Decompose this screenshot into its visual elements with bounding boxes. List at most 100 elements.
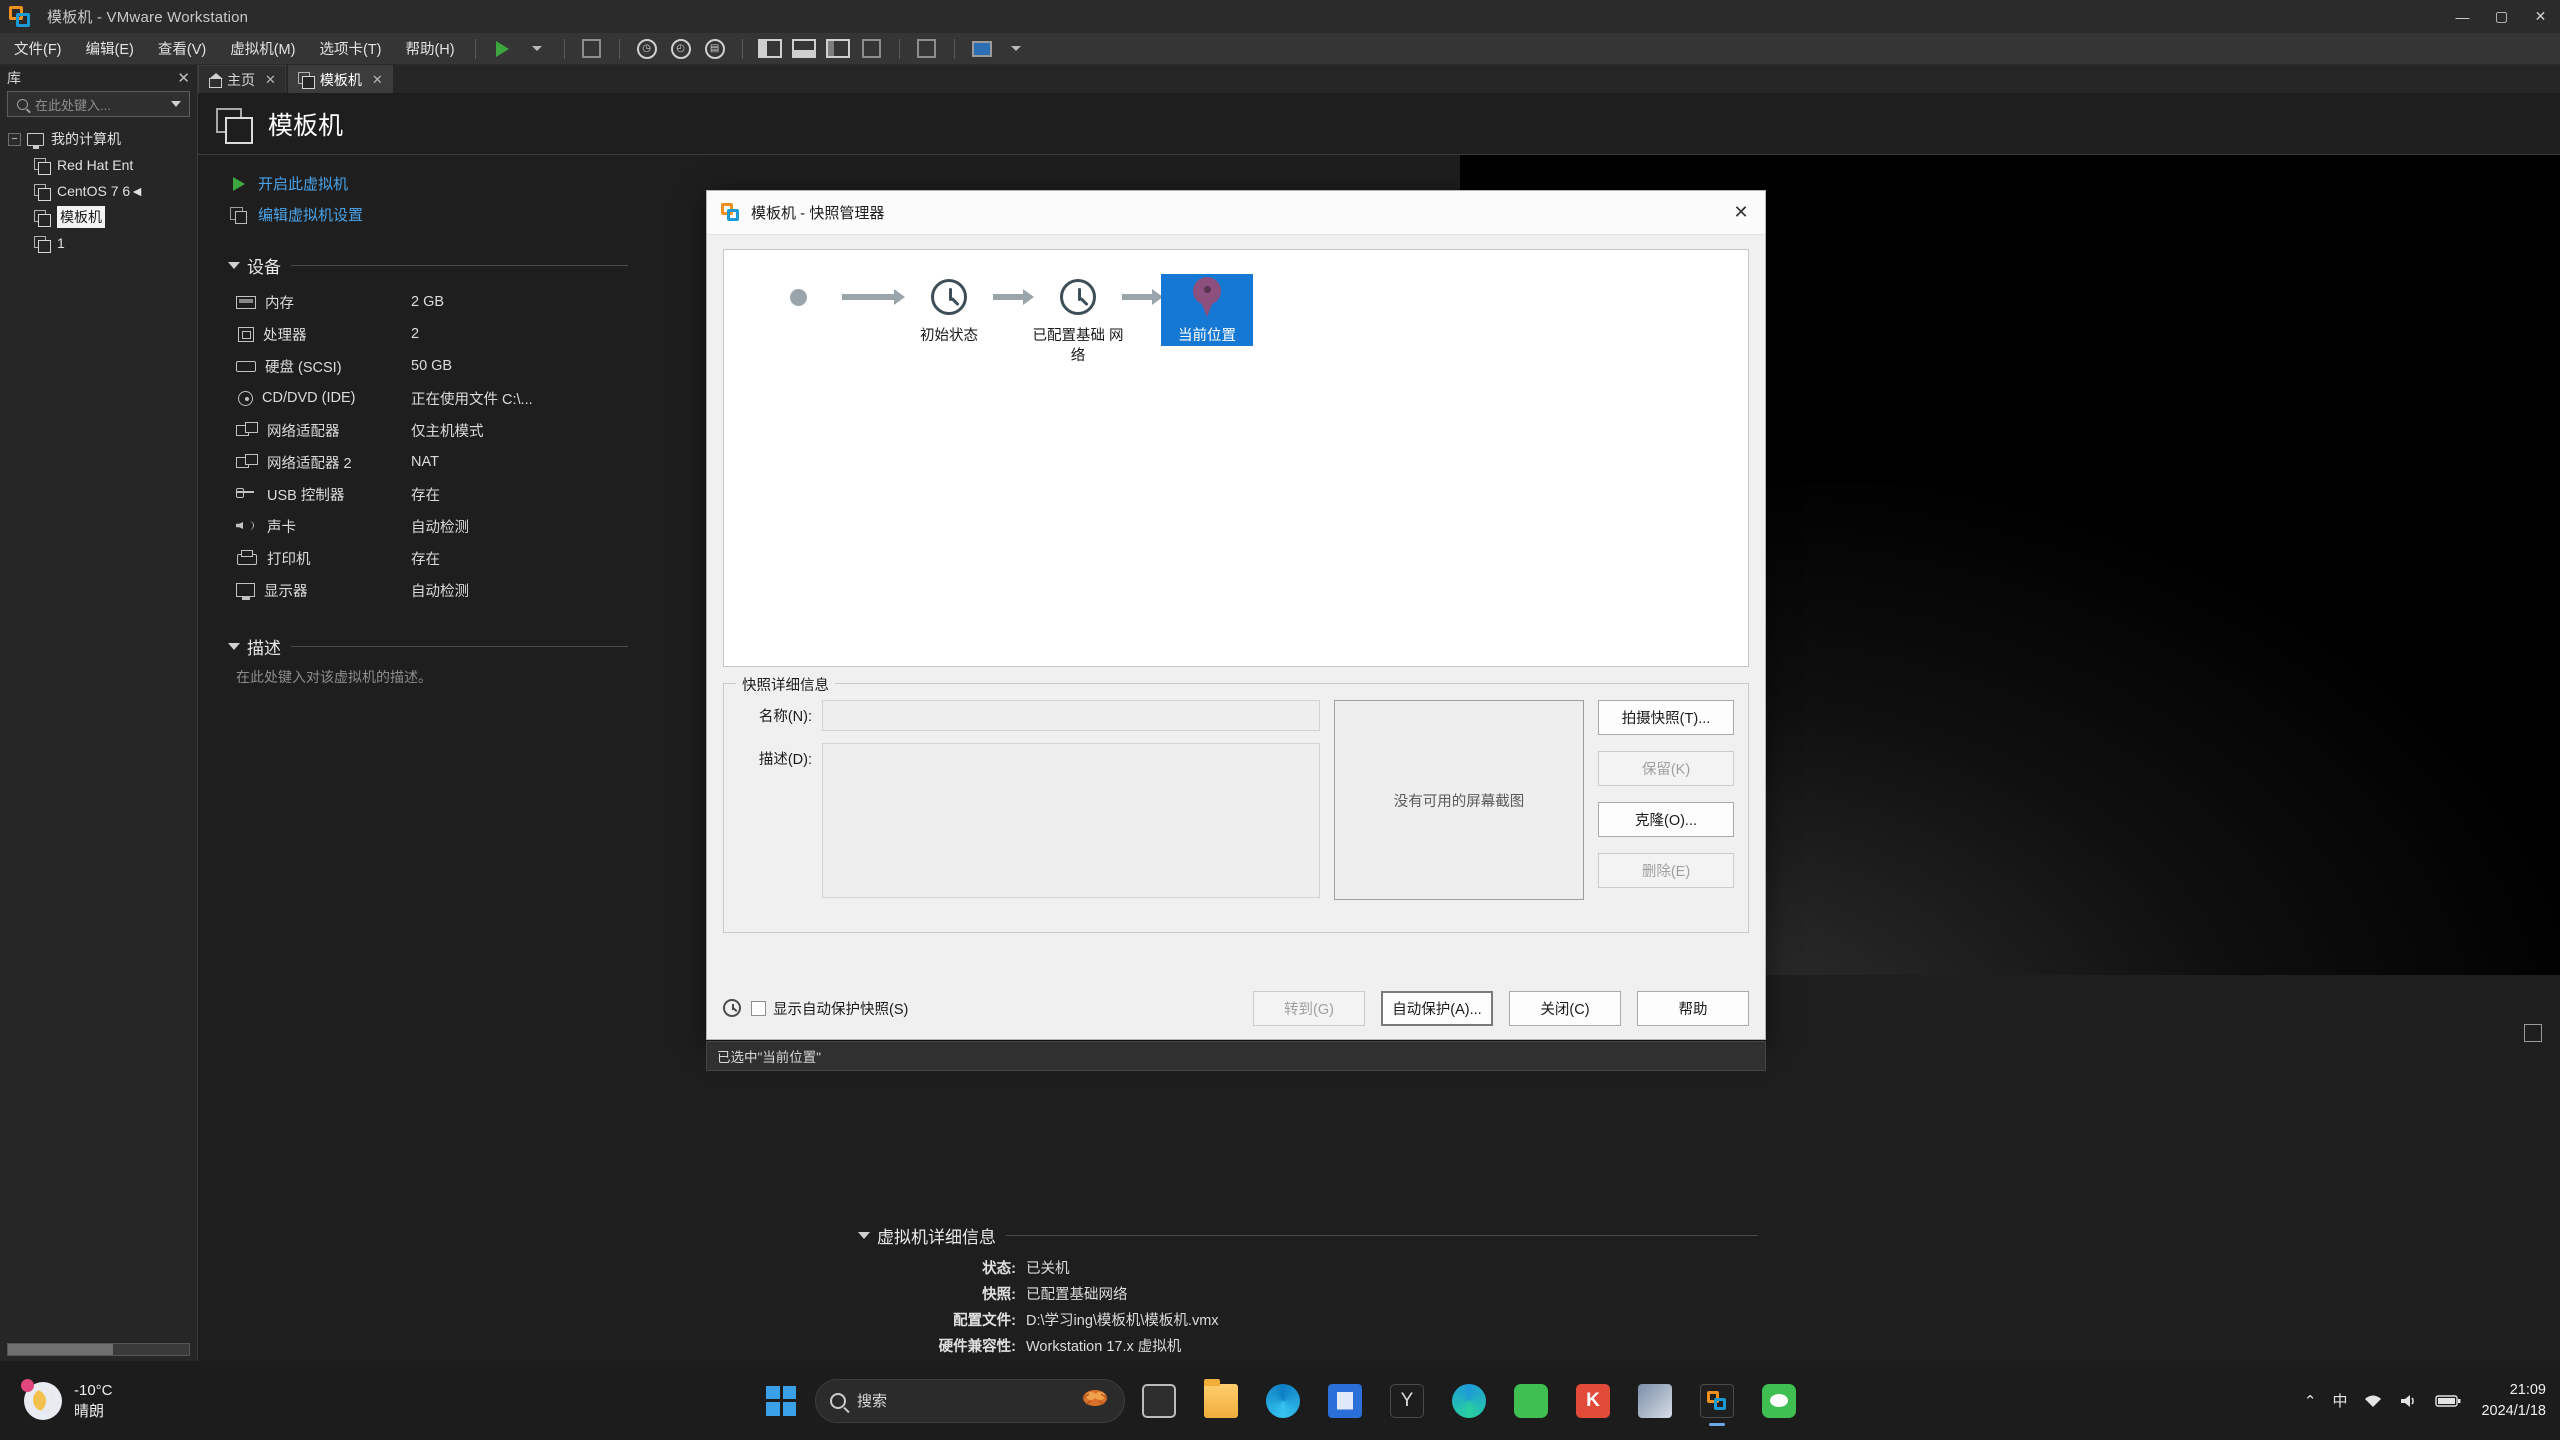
display-dropdown-icon[interactable]: [999, 36, 1033, 62]
device-row-harddisk[interactable]: 硬盘 (SCSI) 50 GB: [228, 350, 628, 382]
power-on-vm-link[interactable]: 开启此虚拟机: [228, 173, 628, 194]
tree-item-1[interactable]: 1: [0, 230, 197, 256]
copilot-icon[interactable]: [1080, 1385, 1110, 1416]
snapshot-tree-canvas[interactable]: 初始状态 已配置基础 网络 当前位置: [723, 249, 1749, 667]
task-view-button[interactable]: [1131, 1373, 1187, 1429]
chevron-down-icon[interactable]: [171, 101, 181, 107]
power-on-button[interactable]: [486, 36, 520, 62]
tab-close-icon[interactable]: ✕: [265, 72, 276, 88]
kingsoft-button[interactable]: K: [1565, 1373, 1621, 1429]
delete-button[interactable]: 删除(E): [1598, 853, 1734, 888]
snapshot-node-initial-state[interactable]: 初始状态: [903, 274, 995, 346]
menu-vm[interactable]: 虚拟机(M): [220, 33, 305, 64]
show-library-icon[interactable]: [753, 36, 787, 62]
chevron-up-icon[interactable]: ⌃: [2304, 1392, 2317, 1410]
menu-edit[interactable]: 编辑(E): [76, 33, 144, 64]
vmware-workstation-button[interactable]: [1689, 1373, 1745, 1429]
scrollbar-thumb[interactable]: [8, 1344, 113, 1355]
library-search-input[interactable]: 在此处键入...: [7, 91, 190, 117]
snapshot-name-input[interactable]: [822, 700, 1320, 731]
battery-icon[interactable]: [2435, 1394, 2461, 1408]
close-dialog-button[interactable]: 关闭(C): [1509, 990, 1621, 1026]
snapshot-description-textarea[interactable]: [822, 743, 1320, 898]
library-horizontal-scrollbar[interactable]: [7, 1343, 190, 1356]
device-name: 处理器: [263, 327, 307, 344]
photos-button[interactable]: [1627, 1373, 1683, 1429]
collapse-triangle-icon[interactable]: [228, 262, 240, 269]
show-desktop-button[interactable]: [2546, 1361, 2556, 1440]
expander-icon[interactable]: −: [8, 132, 21, 146]
tree-item-my-computer[interactable]: − 我的计算机: [0, 126, 197, 152]
menu-view[interactable]: 查看(V): [148, 33, 216, 64]
snapshot-thumbnail: 没有可用的屏幕截图: [1334, 700, 1584, 900]
taskbar-search-box[interactable]: 搜索: [815, 1378, 1125, 1423]
taskbar-clock[interactable]: 21:09 2024/1/18: [2481, 1380, 2546, 1422]
file-explorer-button[interactable]: [1193, 1373, 1249, 1429]
show-autoprotect-checkbox[interactable]: [751, 1000, 766, 1016]
snapshot-manager-icon[interactable]: ▤: [698, 36, 732, 62]
menu-file[interactable]: 文件(F): [4, 33, 72, 64]
menu-tabs[interactable]: 选项卡(T): [309, 33, 391, 64]
edit-vm-settings-link[interactable]: 编辑虚拟机设置: [228, 204, 628, 225]
wechat-green-button[interactable]: [1503, 1373, 1559, 1429]
display-settings-icon[interactable]: [965, 36, 999, 62]
collapse-triangle-icon[interactable]: [858, 1232, 870, 1239]
goto-button[interactable]: 转到(G): [1253, 990, 1365, 1026]
snapshot-node-base-network[interactable]: 已配置基础 网络: [1032, 274, 1124, 366]
take-snapshot-icon[interactable]: ◷: [630, 36, 664, 62]
maximize-button[interactable]: ▢: [2482, 0, 2521, 33]
devices-section-header[interactable]: 设备: [228, 253, 628, 278]
ime-indicator[interactable]: 中: [2332, 1390, 2347, 1411]
show-console-icon[interactable]: [821, 36, 855, 62]
copilot-glyph: [1082, 1390, 1108, 1406]
tree-item-template-vm[interactable]: 模板机: [0, 204, 197, 230]
weather-widget[interactable]: -10°C 晴朗: [21, 1378, 113, 1422]
tree-item-label: CentOS 7 6◄: [57, 183, 145, 199]
snapshot-node-root[interactable]: [752, 274, 844, 320]
fullscreen-icon[interactable]: [855, 36, 889, 62]
tree-item-centos[interactable]: CentOS 7 6◄: [0, 178, 197, 204]
unity-mode-icon[interactable]: [910, 36, 944, 62]
minimize-button[interactable]: —: [2443, 0, 2482, 33]
snapshot-manage-icon[interactable]: [575, 36, 609, 62]
device-row-network-adapter[interactable]: 网络适配器 仅主机模式: [228, 414, 628, 446]
collapse-triangle-icon[interactable]: [228, 643, 240, 650]
tab-template-vm[interactable]: 模板机 ✕: [287, 65, 393, 93]
menu-help[interactable]: 帮助(H): [395, 33, 464, 64]
power-dropdown-icon[interactable]: [520, 36, 554, 62]
tab-home[interactable]: 主页 ✕: [198, 65, 286, 93]
wifi-icon[interactable]: [2363, 1393, 2383, 1409]
tree-item-redhat[interactable]: Red Hat Ent: [0, 152, 197, 178]
dialog-close-icon[interactable]: ✕: [1717, 191, 1765, 235]
tab-close-icon[interactable]: ✕: [372, 72, 383, 88]
edge-beta-button[interactable]: [1441, 1373, 1497, 1429]
description-section-header[interactable]: 描述: [228, 634, 628, 659]
help-button[interactable]: 帮助: [1637, 990, 1749, 1026]
device-row-sound-card[interactable]: 声卡 自动检测: [228, 510, 628, 542]
device-row-memory[interactable]: 内存 2 GB: [228, 286, 628, 318]
device-row-display[interactable]: 显示器 自动检测: [228, 574, 628, 606]
keep-button[interactable]: 保留(K): [1598, 751, 1734, 786]
volume-icon[interactable]: [2399, 1393, 2419, 1409]
description-placeholder[interactable]: 在此处键入对该虚拟机的描述。: [228, 667, 628, 687]
start-button[interactable]: [753, 1373, 809, 1429]
revert-snapshot-icon[interactable]: ◴: [664, 36, 698, 62]
app-y-button[interactable]: Y: [1379, 1373, 1435, 1429]
wechat-button[interactable]: [1751, 1373, 1807, 1429]
device-row-printer[interactable]: 打印机 存在: [228, 542, 628, 574]
device-row-cddvd[interactable]: CD/DVD (IDE) 正在使用文件 C:\...: [228, 382, 628, 414]
device-row-usb-controller[interactable]: USB 控制器 存在: [228, 478, 628, 510]
snapshot-node-current-position[interactable]: 当前位置: [1161, 274, 1253, 346]
take-snapshot-button[interactable]: 拍摄快照(T)...: [1598, 700, 1734, 735]
microsoft-store-button[interactable]: [1317, 1373, 1373, 1429]
library-close-icon[interactable]: ✕: [177, 69, 190, 87]
show-thumbnail-bar-icon[interactable]: [787, 36, 821, 62]
resize-corner-icon[interactable]: [2524, 1024, 2542, 1042]
autoprotect-button[interactable]: 自动保护(A)...: [1381, 990, 1493, 1026]
close-button[interactable]: ✕: [2521, 0, 2560, 33]
microsoft-edge-button[interactable]: [1255, 1373, 1311, 1429]
device-row-processors[interactable]: 处理器 2: [228, 318, 628, 350]
vm-details-header[interactable]: 虚拟机详细信息: [858, 1223, 1758, 1248]
clone-button[interactable]: 克隆(O)...: [1598, 802, 1734, 837]
device-row-network-adapter-2[interactable]: 网络适配器 2 NAT: [228, 446, 628, 478]
